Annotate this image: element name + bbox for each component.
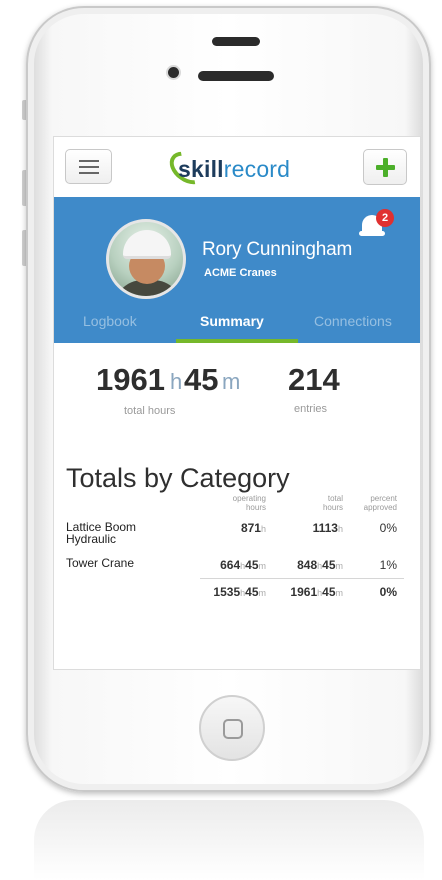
col-operating-hours: operating hours	[232, 494, 266, 512]
total-hours-cell: 848h45m	[297, 558, 343, 572]
home-square-icon	[223, 719, 243, 739]
menu-icon	[79, 166, 99, 168]
totals-divider	[200, 578, 404, 579]
total-hours-label: total hours	[124, 405, 176, 417]
percent-approved-cell: 1%	[379, 558, 397, 572]
tab-connections[interactable]: Connections	[314, 313, 392, 329]
plus-icon	[383, 158, 388, 177]
col-percent-approved: percent approved	[363, 494, 397, 512]
operating-hours-total: 1535h45m	[213, 585, 266, 599]
phone-reflection	[34, 800, 424, 880]
user-company: ACME Cranes	[204, 267, 277, 279]
add-entry-button[interactable]	[363, 149, 407, 185]
percent-approved-cell: 0%	[379, 521, 397, 535]
home-button[interactable]	[199, 695, 265, 761]
app-screen: skillrecord 2 Rory Cunningham ACME Crane…	[53, 136, 421, 670]
total-hours-total: 1961h45m	[290, 585, 343, 599]
col-total-hours: total hours	[322, 494, 343, 512]
menu-icon	[79, 160, 99, 162]
user-name: Rory Cunningham	[202, 239, 353, 260]
operating-hours-cell: 664h45m	[220, 558, 266, 572]
category-label: Lattice Boom Hydraulic	[66, 520, 137, 546]
notification-badge: 2	[376, 209, 394, 227]
menu-icon	[79, 172, 99, 174]
section-title: Totals by Category	[66, 463, 290, 493]
speaker-grille	[198, 71, 274, 81]
bell-icon	[359, 231, 385, 236]
tab-summary[interactable]: Summary	[200, 313, 264, 329]
category-label: Tower Crane	[66, 556, 135, 570]
avatar	[106, 219, 186, 299]
active-tab-indicator	[176, 339, 298, 343]
hours-unit: h	[170, 369, 183, 394]
profile-header: 2 Rory Cunningham ACME Cranes Logbook Su…	[54, 197, 420, 343]
skillrecord-logo: skillrecord	[163, 145, 318, 191]
operating-hours-cell: 871h	[240, 521, 266, 535]
entries-label: entries	[294, 403, 328, 415]
hamburger-menu-button[interactable]	[65, 149, 112, 184]
front-camera	[168, 67, 179, 78]
notifications-button[interactable]: 2	[358, 209, 394, 241]
total-minutes-value: 45	[184, 362, 219, 397]
app-topbar: skillrecord	[54, 137, 420, 197]
minutes-unit: m	[222, 369, 241, 394]
total-hours-cell: 1113h	[312, 521, 343, 535]
percent-approved-total: 0%	[379, 585, 397, 599]
total-hours-value: 1961	[96, 362, 165, 397]
entries-value: 214	[288, 362, 340, 397]
logo-wordmark: skillrecord	[178, 156, 291, 182]
tab-logbook[interactable]: Logbook	[83, 313, 137, 329]
earpiece	[212, 37, 260, 46]
